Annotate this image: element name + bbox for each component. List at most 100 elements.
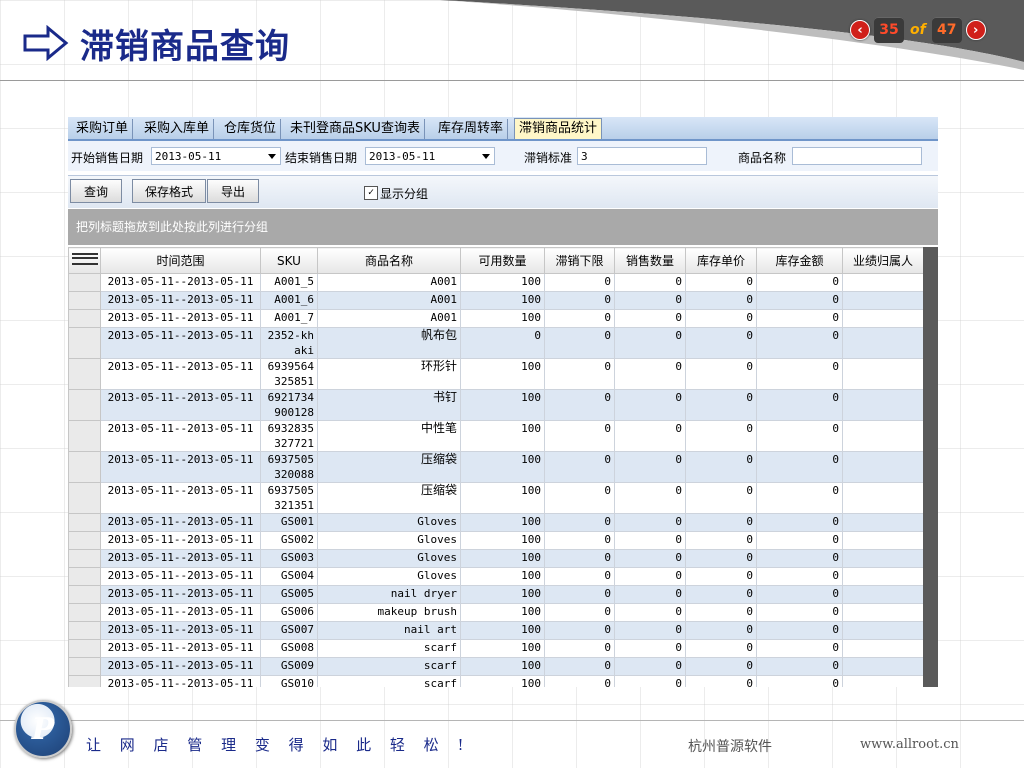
- table-row[interactable]: 2013-05-11--2013-05-11 GS009 scarf 100 0 0 0 0: [68, 657, 923, 676]
- tab-inventory-turnover[interactable]: 库存周转率: [434, 119, 509, 139]
- row-selector[interactable]: [68, 389, 101, 421]
- cell-slow-threshold: 0: [544, 639, 615, 658]
- cell-time-range: 2013-05-11--2013-05-11: [100, 621, 261, 640]
- row-selector[interactable]: [68, 291, 101, 310]
- cell-available-qty: 100: [460, 603, 545, 622]
- col-header-available-qty[interactable]: 可用数量: [460, 247, 545, 274]
- cell-sku: GS009: [260, 657, 318, 676]
- col-header-unit-cost[interactable]: 库存单价: [685, 247, 757, 274]
- table-row[interactable]: 2013-05-11--2013-05-11 A001_6 A001 100 0 0 0 0: [68, 291, 923, 310]
- table-row[interactable]: 2013-05-11--2013-05-11 GS005 nail dryer 100…: [68, 585, 923, 604]
- table-row[interactable]: 2013-05-11--2013-05-11 GS004 Gloves 100 0 0 0 0: [68, 567, 923, 586]
- export-button[interactable]: 导出: [207, 179, 259, 203]
- row-selector[interactable]: [68, 657, 101, 676]
- tab-warehouse-location[interactable]: 仓库货位: [220, 119, 282, 139]
- cell-available-qty: 100: [460, 639, 545, 658]
- cell-product-name: 书钉: [317, 389, 461, 421]
- row-selector[interactable]: [68, 585, 101, 604]
- cell-unit-cost: 0: [685, 675, 757, 687]
- cell-slow-threshold: 0: [544, 291, 615, 310]
- col-header-time-range[interactable]: 时间范围: [100, 247, 261, 274]
- show-group-checkbox[interactable]: ✓: [364, 186, 378, 200]
- cell-stock-amount: 0: [756, 389, 843, 421]
- col-header-sku[interactable]: SKU: [260, 247, 318, 274]
- row-selector-header[interactable]: [68, 247, 101, 274]
- product-name-input[interactable]: [792, 147, 922, 165]
- tab-purchase-receipt[interactable]: 采购入库单: [140, 119, 215, 139]
- footer-website: www.allroot.cn: [860, 737, 959, 752]
- row-selector[interactable]: [68, 420, 101, 452]
- tab-slow-moving-stats[interactable]: 滞销商品统计: [514, 118, 603, 139]
- row-selector[interactable]: [68, 358, 101, 390]
- col-header-owner[interactable]: 业绩归属人: [842, 247, 923, 274]
- table-row[interactable]: 2013-05-11--2013-05-11 GS006 makeup brush 1…: [68, 603, 923, 622]
- cell-unit-cost: 0: [685, 603, 757, 622]
- table-row[interactable]: 2013-05-11--2013-05-11 6932835327721 中性笔 10…: [68, 420, 923, 452]
- cell-available-qty: 100: [460, 389, 545, 421]
- cell-stock-amount: 0: [756, 420, 843, 452]
- row-selector[interactable]: [68, 327, 101, 359]
- table-row[interactable]: 2013-05-11--2013-05-11 GS010 scarf 100 0 0 0 0: [68, 675, 923, 687]
- cell-product-name: Gloves: [317, 531, 461, 550]
- header-divider: [0, 80, 1024, 81]
- row-selector[interactable]: [68, 513, 101, 532]
- table-row[interactable]: 2013-05-11--2013-05-11 6937505320088 压缩袋 10…: [68, 451, 923, 483]
- table-row[interactable]: 2013-05-11--2013-05-11 GS003 Gloves 100 0 0 0 0: [68, 549, 923, 568]
- row-selector[interactable]: [68, 273, 101, 292]
- table-row[interactable]: 2013-05-11--2013-05-11 6939564325851 环形针 10…: [68, 358, 923, 390]
- cell-slow-threshold: 0: [544, 309, 615, 328]
- row-selector[interactable]: [68, 621, 101, 640]
- row-selector[interactable]: [68, 482, 101, 514]
- cell-owner: [842, 358, 923, 390]
- cell-available-qty: 100: [460, 657, 545, 676]
- cell-sku: 6932835327721: [260, 420, 318, 452]
- table-row[interactable]: 2013-05-11--2013-05-11 GS007 nail art 100 0 0…: [68, 621, 923, 640]
- cell-stock-amount: 0: [756, 482, 843, 514]
- query-button[interactable]: 查询: [70, 179, 122, 203]
- cell-sales-qty: 0: [614, 482, 686, 514]
- row-selector[interactable]: [68, 639, 101, 658]
- table-row[interactable]: 2013-05-11--2013-05-11 GS001 Gloves 100 0 0 0 0: [68, 513, 923, 532]
- table-row[interactable]: 2013-05-11--2013-05-11 GS008 scarf 100 0 0 0 0: [68, 639, 923, 658]
- table-row[interactable]: 2013-05-11--2013-05-11 6921734900128 书钉 100…: [68, 389, 923, 421]
- row-selector[interactable]: [68, 567, 101, 586]
- table-row[interactable]: 2013-05-11--2013-05-11 GS002 Gloves 100 0 0 0 0: [68, 531, 923, 550]
- chevron-down-icon: [268, 154, 276, 159]
- cell-stock-amount: 0: [756, 309, 843, 328]
- slow-standard-value: 3: [581, 150, 588, 163]
- tab-unlisted-sku[interactable]: 未刊登商品SKU查询表: [286, 119, 425, 139]
- slow-standard-input[interactable]: 3: [577, 147, 707, 165]
- table-row[interactable]: 2013-05-11--2013-05-11 2352-khaki 帆布包 0 0 0 0 0: [68, 327, 923, 359]
- col-header-product-name[interactable]: 商品名称: [317, 247, 461, 274]
- row-selector[interactable]: [68, 309, 101, 328]
- cell-product-name: Gloves: [317, 549, 461, 568]
- group-by-drop-area[interactable]: 把列标题拖放到此处按此列进行分组: [68, 209, 938, 245]
- cell-owner: [842, 603, 923, 622]
- cell-product-name: 压缩袋: [317, 482, 461, 514]
- slide-header: 滞销商品查询: [22, 18, 290, 68]
- table-row[interactable]: 2013-05-11--2013-05-11 6937505321351 压缩袋 10…: [68, 482, 923, 514]
- col-header-slow-threshold[interactable]: 滞销下限: [544, 247, 615, 274]
- vertical-scrollbar[interactable]: [923, 247, 938, 687]
- cell-slow-threshold: 0: [544, 451, 615, 483]
- cell-time-range: 2013-05-11--2013-05-11: [100, 549, 261, 568]
- cell-product-name: Gloves: [317, 513, 461, 532]
- save-format-button[interactable]: 保存格式: [132, 179, 206, 203]
- tab-purchase-order[interactable]: 采购订单: [72, 119, 134, 139]
- prev-slide-icon[interactable]: ‹: [850, 20, 870, 40]
- next-slide-icon[interactable]: ›: [965, 20, 986, 40]
- end-date-picker[interactable]: 2013-05-11: [365, 147, 495, 165]
- cell-sales-qty: 0: [614, 291, 686, 310]
- cell-sales-qty: 0: [614, 327, 686, 359]
- row-selector[interactable]: [68, 531, 101, 550]
- start-date-picker[interactable]: 2013-05-11: [151, 147, 281, 165]
- cell-available-qty: 100: [460, 531, 545, 550]
- col-header-sales-qty[interactable]: 销售数量: [614, 247, 686, 274]
- col-header-stock-amount[interactable]: 库存金额: [756, 247, 843, 274]
- table-row[interactable]: 2013-05-11--2013-05-11 A001_5 A001 100 0 0 0 0: [68, 273, 923, 292]
- table-row[interactable]: 2013-05-11--2013-05-11 A001_7 A001 100 0 0 0 0: [68, 309, 923, 328]
- row-selector[interactable]: [68, 675, 101, 687]
- row-selector[interactable]: [68, 451, 101, 483]
- row-selector[interactable]: [68, 603, 101, 622]
- row-selector[interactable]: [68, 549, 101, 568]
